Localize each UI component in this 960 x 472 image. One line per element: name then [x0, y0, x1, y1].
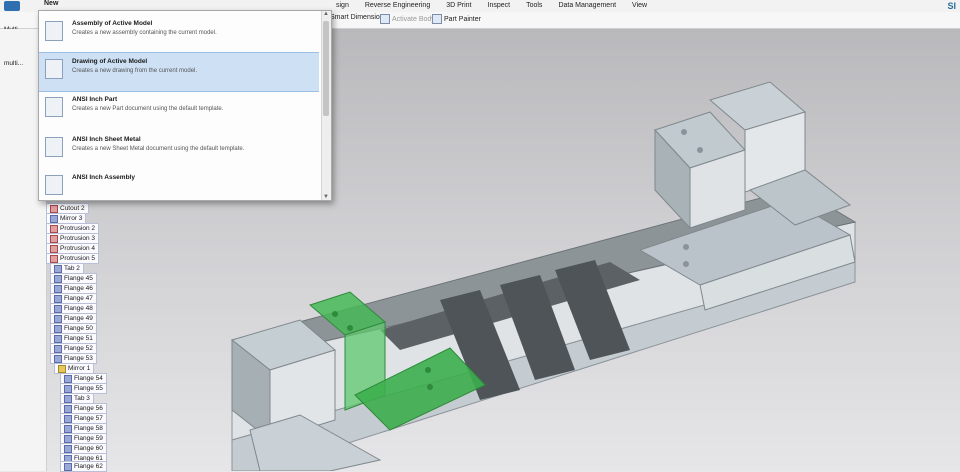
- flange-icon: [64, 434, 72, 443]
- new-ansi-inch-part[interactable]: ANSI Inch Part Creates a new Part docume…: [39, 91, 319, 129]
- part-painter-label: Part Painter: [444, 15, 481, 23]
- dropdown-scrollbar[interactable]: ▲ ▼: [321, 11, 331, 200]
- tab-tools[interactable]: Tools: [518, 0, 550, 12]
- flange-icon: [54, 324, 62, 333]
- flange-icon: [64, 424, 72, 433]
- flange-icon: [64, 414, 72, 423]
- flange-icon: [64, 404, 72, 413]
- activate-body-icon: [380, 14, 390, 24]
- dropdown-item-desc: Creates a new Sheet Metal document using…: [72, 146, 245, 152]
- dropdown-item-desc: Creates a new Part document using the de…: [72, 106, 224, 112]
- tab-reverse-engineering[interactable]: Reverse Engineering: [357, 0, 438, 12]
- part-painter-button[interactable]: Part Painter: [432, 14, 481, 24]
- flange-icon: [64, 374, 72, 383]
- tab-sign[interactable]: sign: [328, 0, 357, 12]
- tab-icon: [54, 264, 62, 273]
- smart-dimension-label: Smart Dimension: [330, 14, 384, 21]
- application-button[interactable]: [4, 1, 20, 11]
- dropdown-item-desc: Creates a new assembly containing the cu…: [72, 30, 217, 36]
- dropdown-item-title: Drawing of Active Model: [72, 58, 148, 65]
- protrusion-icon: [50, 244, 58, 253]
- document-tab-2[interactable]: multi...: [4, 60, 23, 67]
- drawing-icon: [45, 59, 63, 79]
- flange-icon: [54, 294, 62, 303]
- dropdown-item-title: ANSI Inch Part: [72, 96, 118, 103]
- protrusion-icon: [50, 234, 58, 243]
- dropdown-item-title: ANSI Inch Assembly: [72, 174, 135, 181]
- tab-view[interactable]: View: [624, 0, 655, 12]
- mirror-icon: [58, 364, 66, 373]
- flange-icon: [64, 462, 72, 471]
- new-ansi-inch-assembly[interactable]: ANSI Inch Assembly: [39, 169, 319, 200]
- menu-tabs: sign Reverse Engineering 3D Print Inspec…: [328, 0, 655, 12]
- sheet-metal-icon: [45, 137, 63, 157]
- new-assembly-of-active-model[interactable]: Assembly of Active Model Creates a new a…: [39, 15, 319, 53]
- scrollbar-thumb[interactable]: [323, 21, 329, 116]
- new-ansi-inch-sheet-metal[interactable]: ANSI Inch Sheet Metal Creates a new Shee…: [39, 131, 319, 169]
- flange-icon: [54, 344, 62, 353]
- tab-inspect[interactable]: Inspect: [480, 0, 519, 12]
- dropdown-item-desc: Creates a new drawing from the current m…: [72, 68, 198, 74]
- scroll-down-icon[interactable]: ▼: [323, 194, 329, 200]
- assembly-icon: [45, 21, 63, 41]
- mirror-icon: [50, 214, 58, 223]
- brand-logo: SI: [947, 1, 956, 11]
- tree-item[interactable]: Flange 62: [60, 461, 107, 472]
- protrusion-icon: [50, 224, 58, 233]
- tab-3d-print[interactable]: 3D Print: [438, 0, 479, 12]
- cutout-icon: [50, 204, 58, 213]
- flange-icon: [54, 334, 62, 343]
- activate-body-button[interactable]: Activate Body: [380, 14, 435, 24]
- flange-icon: [64, 444, 72, 453]
- dropdown-item-title: ANSI Inch Sheet Metal: [72, 136, 141, 143]
- flange-icon: [64, 384, 72, 393]
- smart-dimension-button[interactable]: Smart Dimension: [330, 14, 384, 21]
- protrusion-icon: [50, 254, 58, 263]
- flange-icon: [54, 354, 62, 363]
- tab-icon: [64, 394, 72, 403]
- flange-icon: [54, 314, 62, 323]
- new-document-dropdown: Assembly of Active Model Creates a new a…: [38, 10, 332, 201]
- new-menu-title: New: [44, 0, 59, 7]
- flange-icon: [54, 304, 62, 313]
- scroll-up-icon[interactable]: ▲: [323, 11, 329, 17]
- activate-body-label: Activate Body: [392, 15, 435, 23]
- part-painter-icon: [432, 14, 442, 24]
- assembly-icon: [45, 175, 63, 195]
- flange-icon: [54, 274, 62, 283]
- tab-data-management[interactable]: Data Management: [550, 0, 624, 12]
- dropdown-item-title: Assembly of Active Model: [72, 20, 153, 27]
- new-drawing-of-active-model[interactable]: Drawing of Active Model Creates a new dr…: [39, 52, 319, 92]
- part-icon: [45, 97, 63, 117]
- flange-icon: [54, 284, 62, 293]
